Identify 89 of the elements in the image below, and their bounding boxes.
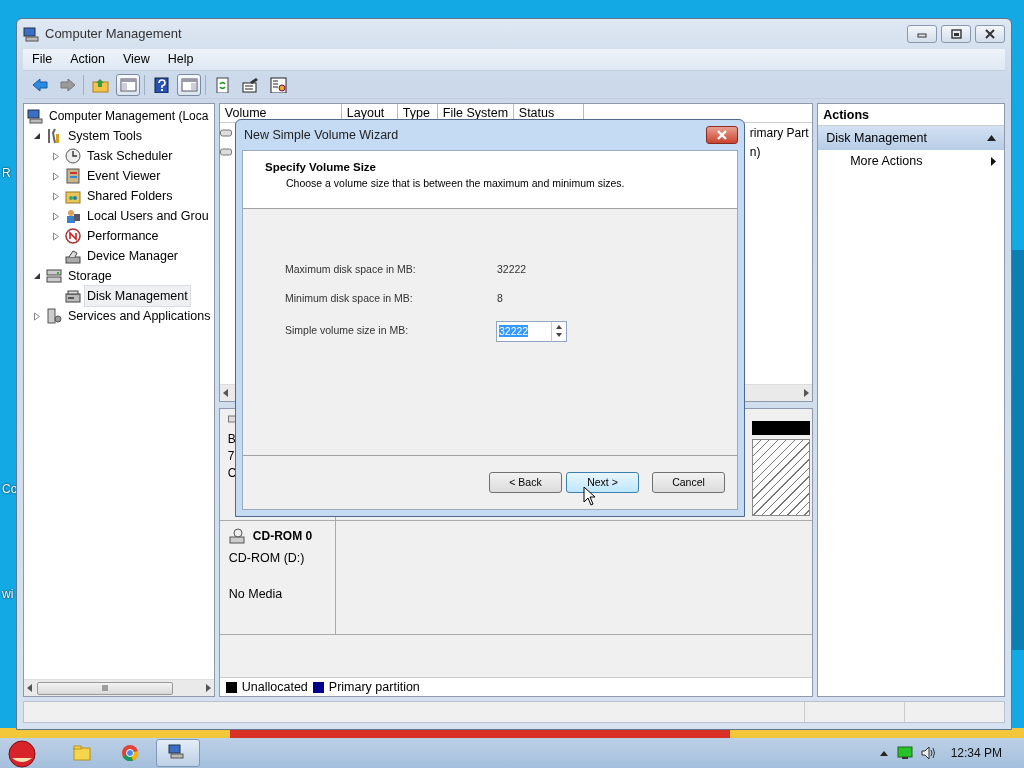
field-label: Minimum disk space in MB: — [285, 291, 414, 307]
spinner-value: 32222 — [499, 324, 529, 337]
cd-drive-icon — [228, 528, 245, 544]
action-item[interactable]: More Actions — [818, 150, 1004, 172]
tools-icon — [46, 128, 62, 144]
volume-icon[interactable] — [920, 746, 937, 760]
tree-toggle-icon[interactable] — [52, 231, 60, 241]
maximize-icon — [949, 28, 963, 40]
scroll-right-icon[interactable] — [204, 684, 211, 692]
field-label: Maximum disk space in MB: — [285, 262, 417, 278]
scroll-left-icon[interactable] — [27, 684, 33, 692]
maximize-button[interactable] — [941, 25, 971, 43]
disk-type: CD-ROM (D:) — [228, 550, 306, 567]
export-icon[interactable] — [269, 76, 287, 93]
refresh-icon[interactable] — [213, 76, 231, 93]
close-button[interactable] — [975, 25, 1005, 43]
disk-name: CD-ROM 0 — [252, 528, 313, 545]
properties-icon[interactable] — [241, 76, 259, 93]
dialog-title: New Simple Volume Wizard — [244, 126, 399, 144]
computer-icon — [23, 26, 39, 42]
wizard-button[interactable]: Next > — [566, 472, 639, 493]
storage-icon — [46, 268, 62, 284]
performance-icon — [65, 228, 81, 244]
taskbar-app-button[interactable] — [156, 739, 200, 767]
device-icon — [65, 248, 81, 264]
table-cell-text: rimary Part — [749, 124, 809, 142]
disk-info-text: B — [227, 431, 237, 448]
wizard-heading: Specify Volume Size — [265, 160, 377, 175]
scrollbar-thumb[interactable] — [37, 681, 173, 695]
clock-icon — [65, 148, 81, 164]
grip-icon — [101, 685, 109, 691]
wizard-description: Choose a volume size that is between the maximum and minimum sizes. — [285, 176, 626, 192]
scroll-right-icon[interactable] — [803, 389, 810, 397]
users-icon — [65, 208, 81, 224]
menu-item[interactable]: File — [23, 50, 62, 69]
menu-item[interactable]: View — [113, 50, 159, 69]
tray-expand-icon[interactable] — [878, 749, 889, 757]
server-icon — [46, 308, 62, 324]
legend-label: Unallocated — [241, 678, 308, 696]
help-icon[interactable] — [152, 76, 170, 93]
close-icon — [983, 28, 997, 40]
partition-header — [752, 421, 811, 435]
scroll-left-icon[interactable] — [222, 389, 229, 397]
tree-toggle-icon[interactable] — [52, 151, 60, 161]
tree-toggle-icon[interactable] — [52, 171, 60, 181]
close-icon — [716, 130, 728, 140]
cursor-icon — [583, 486, 597, 506]
disk-info-text: C — [227, 465, 238, 482]
browser-icon — [120, 743, 140, 763]
legend-label: Primary partition — [328, 678, 420, 696]
pane-toggle-button[interactable] — [116, 73, 140, 96]
forward-icon[interactable] — [58, 76, 76, 93]
table-cell-text: n) — [749, 143, 761, 161]
tree-toggle-icon[interactable] — [33, 272, 41, 280]
drive-icon — [219, 147, 232, 156]
drive-icon — [219, 128, 232, 137]
back-icon[interactable] — [30, 76, 48, 93]
tree-item[interactable]: Disk Management — [84, 284, 191, 308]
close-button[interactable] — [706, 126, 738, 144]
actions-section-header[interactable]: Disk Management — [818, 126, 1004, 150]
panel-icon — [119, 76, 137, 93]
field-value: 32222 — [497, 262, 527, 278]
log-icon — [65, 168, 81, 184]
tree-item[interactable]: Computer Management (Loca — [46, 105, 210, 127]
tree-toggle-icon[interactable] — [33, 311, 41, 321]
folder-up-icon[interactable] — [91, 76, 109, 93]
disk-status: No Media — [228, 585, 284, 603]
desktop-icon-label: wi — [2, 586, 14, 603]
submenu-arrow-icon — [991, 156, 996, 166]
wizard-button[interactable]: < Back — [489, 472, 562, 493]
tree-toggle-icon[interactable] — [52, 211, 60, 221]
wizard-button[interactable]: Cancel — [652, 472, 725, 493]
menu-item[interactable]: Action — [61, 50, 114, 69]
folder-icon — [72, 743, 92, 763]
panel-icon — [180, 76, 198, 93]
disk-info-text: 7 — [227, 448, 236, 465]
field-value: 8 — [497, 291, 503, 307]
tree-toggle-icon[interactable] — [33, 132, 41, 140]
disk-drive-icon — [65, 288, 81, 304]
field-label: Simple volume size in MB: — [285, 323, 410, 339]
clock[interactable]: 12:34 PM — [950, 744, 1002, 762]
menu-item[interactable]: Help — [158, 50, 203, 69]
network-icon[interactable] — [896, 746, 913, 760]
pane-toggle-button[interactable] — [177, 73, 201, 96]
window-title: Computer Management — [45, 25, 182, 44]
tree-toggle-icon[interactable] — [52, 191, 60, 201]
shared-folder-icon — [65, 188, 81, 204]
desktop-icon-label: R — [2, 165, 11, 182]
computer-icon — [27, 108, 43, 124]
